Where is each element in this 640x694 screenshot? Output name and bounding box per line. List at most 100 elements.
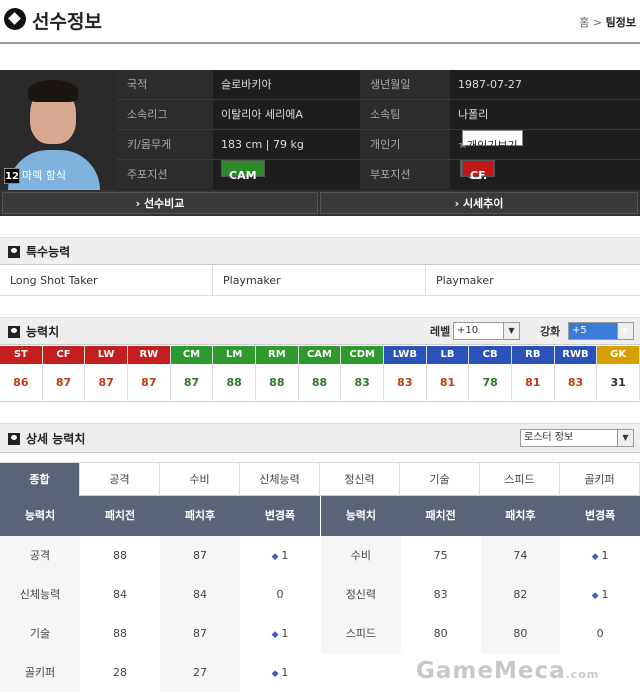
position-rating: 83: [397, 376, 413, 389]
before-value: 28: [113, 666, 127, 679]
column-header: 변경폭: [264, 509, 296, 522]
position-name: LW: [85, 346, 127, 364]
section-bullet-icon: [8, 433, 20, 445]
position-name: RM: [256, 346, 298, 364]
column-header: 패치전: [425, 509, 456, 522]
position-name: CAM: [298, 346, 341, 364]
player-hair: [28, 80, 78, 102]
watermark-text: GameMeca: [416, 658, 566, 684]
position-cell: RW 87: [128, 346, 171, 402]
position-rating: 87: [141, 376, 157, 389]
table-row: 수비 75 74 ◆ 1: [321, 536, 640, 575]
stat-name: 기술: [0, 614, 80, 653]
change-value: 1: [281, 666, 289, 679]
special-ability-item: Playmaker: [213, 266, 426, 296]
stat-name: 정신력: [321, 575, 401, 614]
tab-7[interactable]: 스피드: [480, 463, 560, 496]
before-value: 83: [433, 588, 448, 601]
after-value: 87: [160, 614, 240, 653]
after-value: 80: [480, 614, 561, 653]
change-cell: ◆ 1: [560, 536, 640, 577]
table-row: 기술 88 87 ◆ 1: [0, 614, 320, 653]
position-rating: 87: [183, 376, 200, 389]
info-label: 소속팀: [360, 100, 450, 129]
stat-name: 공격: [0, 536, 80, 575]
change-cell: ◆ 1: [240, 653, 320, 694]
stat-name: 골키퍼: [0, 653, 80, 692]
position-rating: 87: [55, 376, 72, 389]
position-name: CF: [42, 346, 85, 364]
after-value: 82: [480, 575, 561, 614]
position-rating: 86: [13, 376, 29, 389]
change-value: 1: [281, 549, 289, 562]
level-label: 레벨: [430, 325, 451, 338]
position-name: RWB: [554, 346, 597, 364]
before-value: 80: [433, 627, 448, 640]
tab-1[interactable]: 종합: [0, 463, 80, 496]
position-rating: 87: [98, 376, 114, 389]
tab-4[interactable]: 신체능력: [240, 463, 320, 496]
position-name: CM: [170, 346, 213, 364]
watermark: GameMeca.com: [416, 658, 599, 684]
position-cell: RB 81: [512, 346, 555, 402]
enhance-label: 강화: [540, 325, 561, 338]
level-select[interactable]: +10 ▼: [453, 322, 520, 340]
position-name: GK: [597, 346, 639, 364]
position-name: CB: [469, 346, 511, 364]
position-name: RB: [512, 346, 554, 364]
diamond-arrow-icon: ◆: [271, 669, 282, 679]
tab-2[interactable]: 공격: [80, 463, 160, 496]
level-select-value: +10: [457, 325, 479, 336]
column-header: 능력치: [345, 509, 377, 522]
stat-name: 수비: [321, 536, 401, 575]
column-header: 변경폭: [584, 509, 616, 522]
position-ratings: ST 86 CF 87 LW 87 RW 87 CM 87 LM 88 RM 88 CAM 88 CDM 83 LW…: [0, 346, 640, 402]
position-cell: RWB 83: [554, 346, 598, 402]
price-trend-button[interactable]: › 시세추이: [320, 192, 638, 214]
stat-name: 스피드: [321, 614, 401, 653]
info-value: 183 cm | 79 kg: [221, 138, 304, 151]
position-rating: 83: [567, 376, 584, 389]
change-cell: 0: [240, 575, 320, 614]
change-value: 1: [281, 627, 289, 640]
page-header: 선수정보 홈 > 팀정보: [0, 0, 640, 44]
position-badge: CF: [462, 160, 494, 182]
table-row: 골키퍼 28 27 ◆ 1: [0, 653, 320, 692]
enhance-select[interactable]: +5 ▼: [568, 322, 634, 340]
position-cell: CDM 83: [341, 346, 384, 402]
change-value: 0: [596, 627, 604, 640]
before-value: 88: [113, 549, 127, 562]
player-photo: 12 마렉 함식: [0, 70, 117, 190]
page-title: 선수정보: [32, 11, 102, 33]
tab-8[interactable]: 골키퍼: [560, 463, 640, 496]
position-name: CDM: [341, 346, 383, 364]
position-cell: CB 78: [469, 346, 512, 402]
skill-view-button[interactable]: 개인기보기: [462, 130, 523, 152]
chevron-down-icon: ▼: [617, 430, 633, 446]
diamond-arrow-icon: ◆: [271, 630, 282, 640]
special-ability-list: Long Shot Taker Playmaker Playmaker: [0, 266, 640, 296]
position-name: ST: [0, 346, 42, 364]
position-cell: LB 81: [426, 346, 470, 402]
enhance-select-value: +5: [572, 325, 587, 336]
section-title: 특수능력: [26, 245, 71, 259]
tab-5[interactable]: 정신력: [320, 463, 400, 496]
position-cell: RM 88: [256, 346, 299, 402]
column-header: 능력치: [24, 509, 56, 522]
roster-select[interactable]: 로스터 정보 ▼: [520, 429, 634, 447]
tab-6[interactable]: 기술: [400, 463, 480, 496]
breadcrumb-home[interactable]: 홈: [579, 16, 589, 29]
tab-3[interactable]: 수비: [160, 463, 240, 496]
compare-player-button[interactable]: › 선수비교: [2, 192, 318, 214]
change-cell: ◆ 1: [240, 614, 320, 655]
breadcrumb-current[interactable]: 팀정보: [606, 16, 636, 29]
chevron-down-icon: ▼: [617, 323, 633, 339]
position-rating: 81: [439, 376, 456, 389]
after-value: 27: [160, 653, 240, 692]
info-label: 개인기: [360, 130, 450, 159]
after-value: 84: [160, 575, 240, 614]
breadcrumb-separator: >: [592, 16, 603, 29]
after-value: 74: [480, 536, 561, 575]
info-row: 주포지션 CAM 부포지션 CM CF: [117, 160, 640, 190]
chevron-down-icon: ▼: [503, 323, 519, 339]
